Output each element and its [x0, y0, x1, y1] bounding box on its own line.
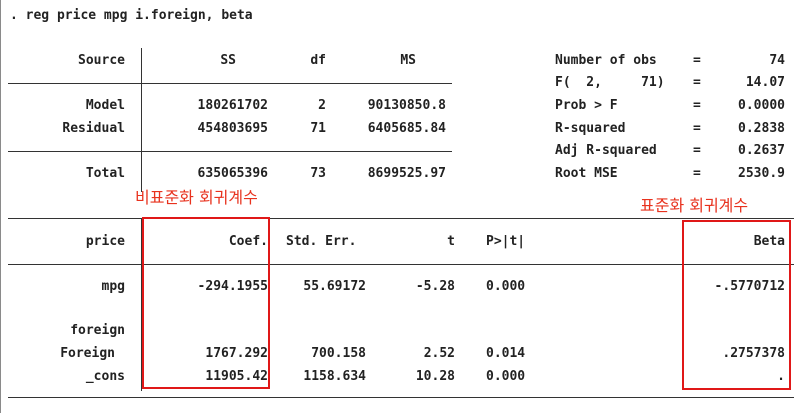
stat-value: 74: [769, 53, 785, 68]
anova-row-df: 2: [318, 98, 326, 113]
coef-column-highlight-box: [142, 217, 270, 389]
coef-row-t: 10.28: [415, 369, 455, 384]
coef-row-var: mpg: [101, 279, 125, 294]
anova-total-rule: [8, 151, 452, 152]
annotation-unstandardized-coef: 비표준화 회귀계수: [135, 188, 258, 207]
beta-column-highlight-box: [682, 220, 791, 390]
anova-row-ss: 180261702: [197, 98, 268, 113]
coef-row-p: 0.000: [486, 279, 526, 294]
annotation-standardized-coef: 표준화 회귀계수: [640, 196, 749, 215]
anova-row-ms: 90130850.8: [367, 98, 446, 113]
coef-row-se: 700.158: [311, 346, 366, 361]
coef-row-var: foreign: [70, 323, 125, 338]
stat-label: Prob > F: [555, 98, 618, 113]
coef-row-se: 1158.634: [303, 369, 366, 384]
stat-value: 0.2838: [738, 121, 785, 136]
coef-row-se: 55.69172: [303, 279, 366, 294]
coef-header-t: t: [447, 234, 455, 249]
coef-row-t: -5.28: [415, 279, 455, 294]
coef-header-var: price: [85, 234, 125, 249]
anova-total-df: 73: [310, 166, 326, 181]
coef-row-p: 0.000: [486, 369, 526, 384]
stat-value: 0.2637: [738, 143, 785, 158]
command-line: . reg price mpg i.foreign, beta: [10, 8, 253, 23]
coef-header-rule: [8, 264, 794, 265]
window-left-border: [0, 0, 1, 413]
anova-header-rule: [8, 83, 452, 84]
stat-value: 0.0000: [738, 98, 785, 113]
coef-row-t: 2.52: [423, 346, 455, 361]
coef-header-se: Std. Err.: [286, 234, 357, 249]
stat-label: R-squared: [555, 121, 626, 136]
coef-header-p: P>|t|: [486, 234, 526, 249]
anova-header-ms: MS: [400, 53, 416, 68]
anova-row-df: 71: [310, 121, 326, 136]
anova-row-ss: 454803695: [197, 121, 268, 136]
anova-row-source: Model: [85, 98, 125, 113]
anova-header-df: df: [310, 53, 326, 68]
coef-row-p: 0.014: [486, 346, 526, 361]
anova-total-ss: 635065396: [197, 166, 268, 181]
coef-row-var: Foreign: [60, 346, 115, 361]
coef-top-rule: [8, 218, 794, 219]
anova-total-ms: 8699525.97: [367, 166, 446, 181]
anova-header-source: Source: [78, 53, 125, 68]
anova-row-ms: 6405685.84: [367, 121, 446, 136]
stat-label: Adj R-squared: [555, 143, 657, 158]
anova-row-source: Residual: [62, 121, 125, 136]
anova-total-source: Total: [85, 166, 125, 181]
anova-header-ss: SS: [220, 53, 236, 68]
stat-label: Root MSE: [555, 166, 618, 181]
stat-label: Number of obs: [555, 53, 657, 68]
coef-row-var: _cons: [85, 369, 125, 384]
anova-divider-vertical: [141, 48, 142, 192]
coef-bottom-rule: [8, 397, 794, 398]
stat-value: 14.07: [745, 75, 785, 90]
stat-label: F( 2, 71): [555, 75, 665, 90]
stat-value: 2530.9: [738, 166, 785, 181]
